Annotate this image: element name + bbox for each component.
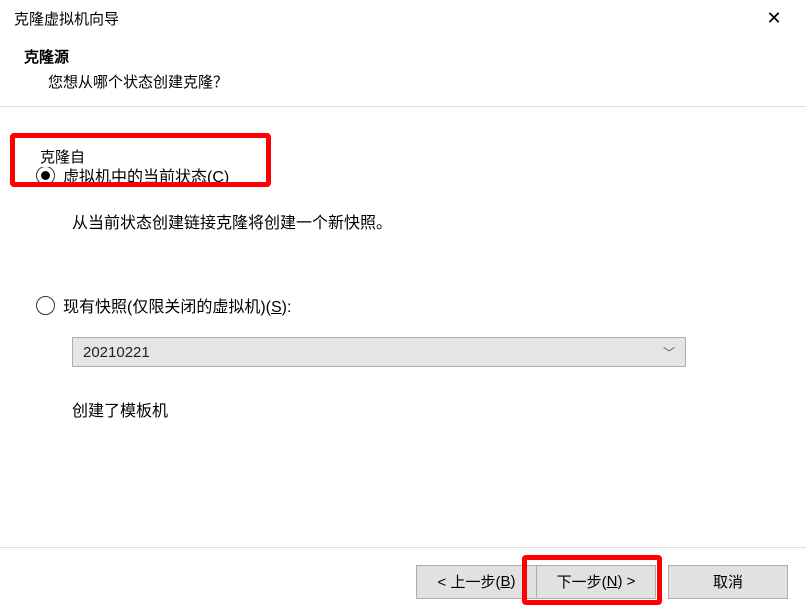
back-button[interactable]: < 上一步(B) [416, 565, 536, 599]
wizard-content: 克隆自 虚拟机中的当前状态(C) 从当前状态创建链接克隆将创建一个新快照。 现有… [0, 107, 806, 441]
wizard-header: 克隆源 您想从哪个状态创建克隆？ [0, 36, 806, 107]
snapshot-description: 创建了模板机 [72, 397, 780, 421]
next-button[interactable]: 下一步(N) > [536, 565, 656, 599]
option-snapshot-label: 现有快照(仅限关闭的虚拟机)(S): [63, 293, 291, 317]
close-icon: ✕ [766, 9, 781, 27]
radio-icon [36, 296, 55, 315]
option-current-description: 从当前状态创建链接克隆将创建一个新快照。 [36, 209, 780, 233]
close-button[interactable]: ✕ [752, 3, 796, 33]
radio-selected-dot [41, 171, 50, 180]
header-subtitle: 您想从哪个状态创建克隆？ [24, 71, 782, 92]
snapshot-dropdown[interactable]: 20210221 ﹀ [72, 337, 686, 367]
wizard-footer: < 上一步(B) 下一步(N) > 取消 [0, 547, 806, 615]
header-title: 克隆源 [24, 46, 782, 67]
window-title: 克隆虚拟机向导 [14, 8, 119, 29]
titlebar: 克隆虚拟机向导 ✕ [0, 0, 806, 36]
dropdown-value: 20210221 [83, 344, 150, 361]
option-current-state-container: 虚拟机中的当前状态(C) 从当前状态创建链接克隆将创建一个新快照。 [26, 157, 780, 233]
cancel-button[interactable]: 取消 [668, 565, 788, 599]
radio-icon [36, 166, 55, 185]
option-current-state[interactable]: 虚拟机中的当前状态(C) [36, 157, 780, 193]
option-snapshot-container: 现有快照(仅限关闭的虚拟机)(S): 20210221 ﹀ 创建了模板机 [26, 287, 780, 421]
option-existing-snapshot[interactable]: 现有快照(仅限关闭的虚拟机)(S): [36, 287, 780, 323]
clone-from-fieldset: 克隆自 虚拟机中的当前状态(C) 从当前状态创建链接克隆将创建一个新快照。 现有… [26, 157, 780, 421]
chevron-down-icon: ﹀ [663, 344, 675, 361]
fieldset-legend: 克隆自 [36, 146, 89, 167]
